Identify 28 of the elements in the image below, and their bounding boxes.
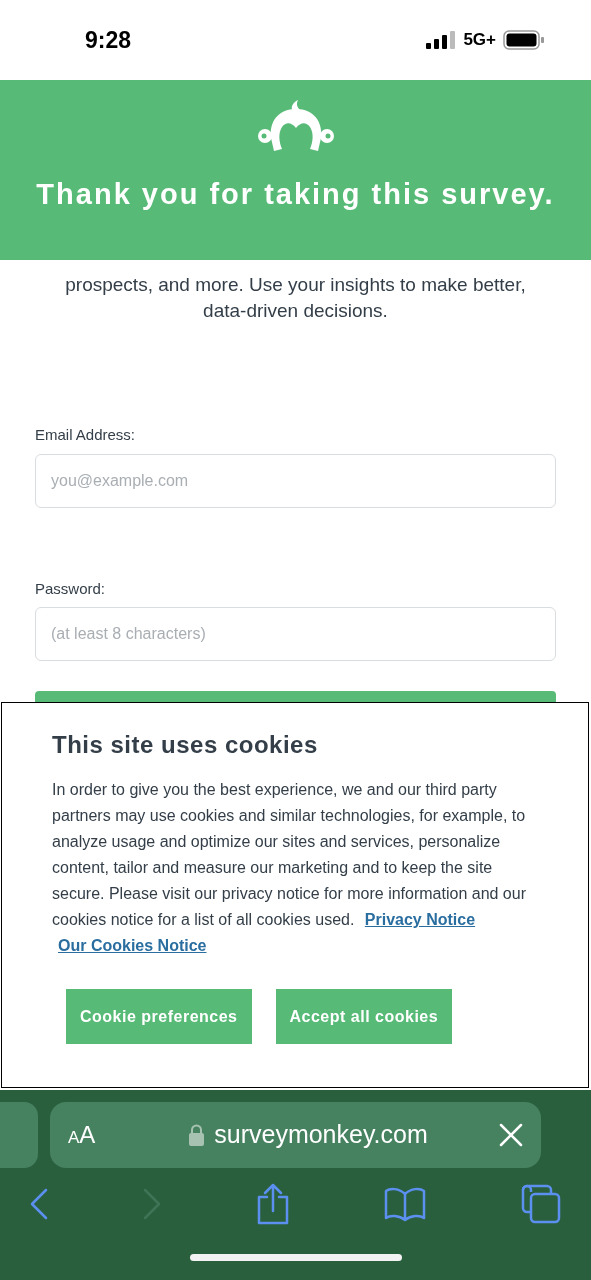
back-icon[interactable] xyxy=(30,1188,48,1220)
banner-title: Thank you for taking this survey. xyxy=(36,177,555,212)
network-label: 5G+ xyxy=(463,29,496,52)
tabs-icon[interactable] xyxy=(521,1184,561,1224)
field-label: Email Address: xyxy=(35,425,137,445)
input-field[interactable]: (at least 8 characters) xyxy=(35,607,556,661)
intro-text: prospects, and more. Use your insights to make better, data-driven decisions. xyxy=(64,273,527,323)
battery-icon xyxy=(503,30,545,50)
book-icon[interactable] xyxy=(384,1186,427,1222)
cookie-button[interactable]: Accept all cookies xyxy=(275,989,453,1044)
notice-link[interactable]: Privacy Notice xyxy=(364,911,476,928)
close-icon[interactable] xyxy=(499,1123,523,1147)
tab-preview[interactable] xyxy=(0,1102,38,1168)
signal-icon xyxy=(426,31,457,49)
url-text: surveymonkey.com xyxy=(214,1119,428,1151)
text-size-button[interactable]: AA xyxy=(68,1117,128,1153)
address-bar[interactable]: AA surveymonkey.com xyxy=(50,1102,541,1168)
cookie-title: This site uses cookies xyxy=(52,730,319,760)
share-icon[interactable] xyxy=(255,1183,290,1225)
input-field[interactable]: you@example.com xyxy=(35,453,556,508)
lock-icon xyxy=(189,1124,205,1146)
notice-link[interactable]: Our Cookies Notice xyxy=(58,937,207,954)
forward-icon[interactable] xyxy=(142,1188,161,1220)
cookie-notice-text: In order to give you the best experience, we and our third party partners may use cookies and similar technologies, for example, to analyze usage and optimize our sites and services, personalize content, tailor and measure our marketing and to keep the site secure. Please visit our privacy notice for more information and our cookies notice for a list of all cookies used. Privacy Notice Our Cookies Notice xyxy=(52,780,527,956)
clock-time: 9:28 xyxy=(85,25,132,55)
cookie-button[interactable]: Cookie preferences xyxy=(66,989,252,1044)
field-label: Password: xyxy=(35,578,107,599)
submit-button[interactable] xyxy=(35,691,556,703)
